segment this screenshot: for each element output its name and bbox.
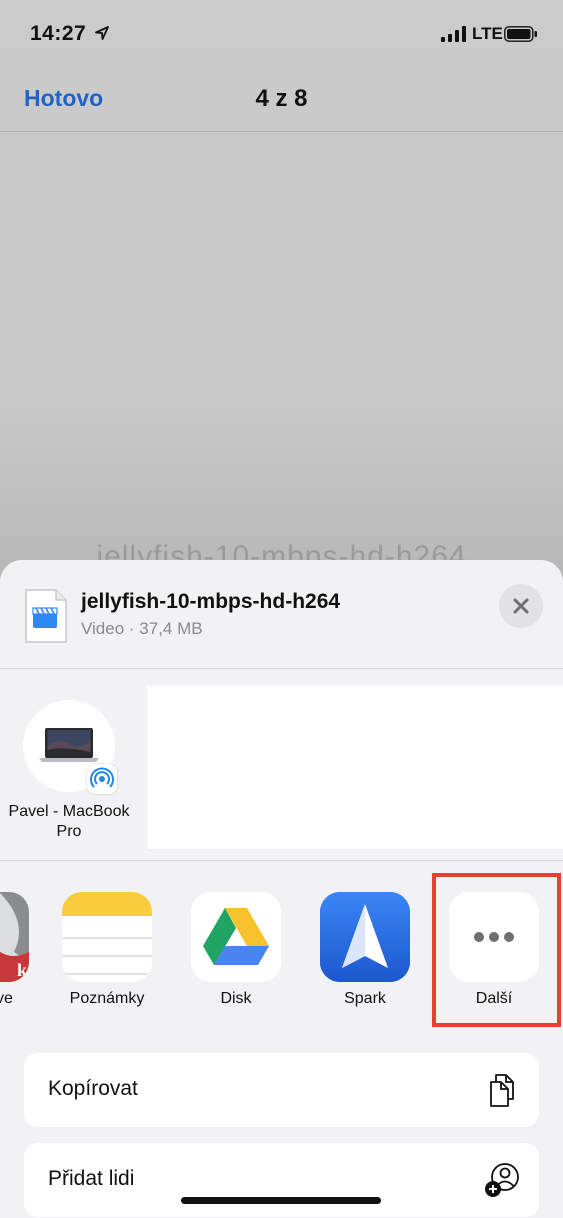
add-people-action[interactable]: Přidat lidi [24, 1143, 539, 1217]
drive-app-icon: k [0, 892, 29, 982]
sheet-divider [0, 668, 563, 669]
signal-strength-icon [441, 26, 466, 42]
redacted-area [147, 686, 563, 849]
status-time: 14:27 [30, 22, 87, 45]
sheet-divider [0, 860, 563, 861]
airdrop-device-label: Pavel - MacBook Pro [8, 803, 130, 840]
app-google-drive[interactable]: Disk [176, 892, 296, 1022]
add-people-icon [485, 1163, 519, 1197]
action-label: Přidat lidi [48, 1167, 135, 1190]
copy-action[interactable]: Kopírovat [24, 1053, 539, 1127]
video-file-icon [25, 589, 67, 643]
nav-divider [0, 131, 563, 132]
share-sheet: jellyfish-10-mbps-hd-h264 Video · 37,4 M… [0, 560, 563, 1218]
app-label: Spark [344, 990, 386, 1007]
airdrop-device[interactable]: Pavel - MacBook Pro [0, 690, 140, 850]
app-spark[interactable]: Spark [305, 892, 425, 1022]
airdrop-badge [87, 764, 117, 794]
home-indicator[interactable] [181, 1197, 381, 1204]
highlight-box [432, 873, 561, 1027]
google-drive-app-icon [191, 892, 281, 982]
app-notes[interactable]: Poznámky [47, 892, 167, 1022]
file-name: jellyfish-10-mbps-hd-h264 [81, 590, 341, 613]
file-meta: Video · 37,4 MB [81, 619, 203, 638]
page-title: 4 z 8 [255, 85, 308, 112]
network-type: LTE [472, 24, 503, 43]
app-drive[interactable]: k rive [0, 892, 44, 1022]
spark-app-icon [320, 892, 410, 982]
airdrop-icon [90, 767, 114, 788]
svg-text:k: k [17, 960, 27, 980]
battery-icon [504, 26, 537, 42]
app-label: Disk [220, 990, 252, 1007]
close-button[interactable] [499, 584, 543, 628]
app-label: Poznámky [69, 990, 145, 1007]
action-label: Kopírovat [48, 1077, 138, 1100]
copy-icon [490, 1074, 514, 1107]
close-icon [513, 598, 529, 614]
location-arrow-icon [95, 26, 109, 40]
notes-app-icon [62, 892, 152, 982]
status-bar: 14:27 LTE [0, 0, 563, 66]
